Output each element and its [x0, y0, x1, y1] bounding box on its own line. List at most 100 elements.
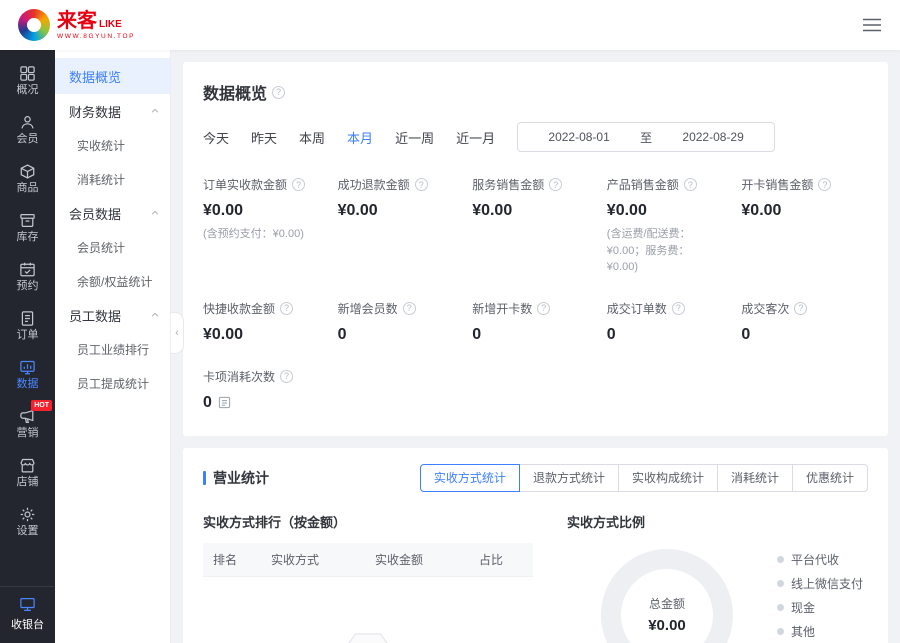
legend-dot	[777, 580, 784, 587]
grid-icon	[19, 65, 36, 82]
tab-received-method[interactable]: 实收方式统计	[420, 464, 520, 492]
stat-label: 新增开卡数	[472, 300, 532, 317]
help-icon[interactable]	[292, 178, 305, 191]
sidebar-item-orders[interactable]: 订单	[0, 301, 55, 350]
sidebar-item-inventory[interactable]: 库存	[0, 203, 55, 252]
stat-card-sales: 开卡销售金额 ¥0.00	[741, 176, 868, 276]
shop-icon	[19, 457, 36, 474]
logo-caption: WWW.8GYUN.TOP	[57, 33, 135, 40]
help-icon[interactable]	[403, 302, 416, 315]
donut-chart: 总金额 ¥0.00	[601, 549, 733, 643]
sidebar-item-cashier[interactable]: 收银台	[0, 586, 55, 643]
date-tab-last-month[interactable]: 近一月	[456, 128, 495, 147]
help-icon[interactable]	[818, 178, 831, 191]
stat-quick-payment: 快捷收款金额 ¥0.00	[203, 300, 330, 344]
help-icon[interactable]	[549, 178, 562, 191]
help-icon[interactable]	[794, 302, 807, 315]
date-tab-last-week[interactable]: 近一周	[395, 128, 434, 147]
menu-toggle-icon[interactable]	[862, 17, 882, 33]
stat-value: ¥0.00	[741, 202, 868, 220]
legend-item[interactable]: 现金	[777, 599, 868, 616]
date-from-value: 2022-08-01	[548, 130, 609, 144]
sidebar-item-marketing[interactable]: HOT 营销	[0, 399, 55, 448]
column-header: 实收金额	[365, 543, 469, 577]
legend-item[interactable]: 线上微信支付	[777, 575, 868, 592]
stat-note	[472, 226, 599, 227]
sidebar-item-label: 收银台	[11, 616, 44, 632]
submenu-item-data-overview[interactable]: 数据概览	[55, 58, 170, 94]
stat-note: (含预约支付：¥0.00)	[203, 226, 330, 243]
sidebar-item-shop[interactable]: 店铺	[0, 448, 55, 497]
donut-center-value: ¥0.00	[648, 617, 686, 634]
stat-note: (含运费/配送费：¥0.00；服务费：¥0.00)	[607, 226, 734, 276]
submenu-item-label: 实收统计	[77, 137, 125, 154]
app-logo: 来客 LIKE WWW.8GYUN.TOP	[18, 9, 135, 41]
date-filter-row: 今天 昨天 本周 本月 近一周 近一月 2022-08-01 至 2022-08…	[203, 122, 868, 152]
sidebar-item-label: 设置	[17, 526, 39, 537]
legend-label: 平台代收	[791, 551, 839, 568]
data-overview-card: 数据概览 今天 昨天 本周 本月 近一周 近一月 2022-08-01 至 20…	[183, 62, 888, 436]
sidebar-item-appointments[interactable]: 预约	[0, 252, 55, 301]
tab-consume[interactable]: 消耗统计	[717, 464, 793, 492]
stat-card-consume: 卡项消耗次数 0	[203, 368, 868, 412]
sidebar-item-products[interactable]: 商品	[0, 154, 55, 203]
stat-label: 产品销售金额	[607, 176, 679, 193]
stat-label: 卡项消耗次数	[203, 368, 275, 385]
date-tab-yesterday[interactable]: 昨天	[251, 128, 277, 147]
sidebar-item-members[interactable]: 会员	[0, 105, 55, 154]
tab-received-composition[interactable]: 实收构成统计	[618, 464, 718, 492]
stat-new-cards: 新增开卡数 0	[472, 300, 599, 344]
donut-center-label: 总金额	[649, 595, 685, 612]
stat-order-received: 订单实收款金额 ¥0.00 (含预约支付：¥0.00)	[203, 176, 330, 276]
submenu-group-members[interactable]: 会员数据	[55, 196, 170, 230]
stat-label: 订单实收款金额	[203, 176, 287, 193]
date-tab-this-week[interactable]: 本周	[299, 128, 325, 147]
sidebar-item-data[interactable]: 数据	[0, 350, 55, 399]
column-header: 占比	[469, 543, 533, 577]
stat-value: 0	[203, 394, 212, 412]
stat-value: ¥0.00	[338, 202, 465, 220]
submenu-group-label: 会员数据	[69, 204, 121, 223]
chevron-up-icon	[150, 106, 160, 116]
calendar-icon	[19, 261, 36, 278]
submenu-item-balance-stats[interactable]: 余额/权益统计	[55, 264, 170, 298]
records-icon[interactable]	[218, 396, 231, 409]
legend-item[interactable]: 其他	[777, 623, 868, 640]
sidebar-item-overview[interactable]: 概况	[0, 56, 55, 105]
date-tab-this-month[interactable]: 本月	[347, 128, 373, 147]
date-tab-today[interactable]: 今天	[203, 128, 229, 147]
section-title: 营业统计	[213, 468, 269, 488]
submenu-item-member-stats[interactable]: 会员统计	[55, 230, 170, 264]
help-icon[interactable]	[537, 302, 550, 315]
sidebar-item-label: 商品	[17, 183, 39, 194]
submenu-item-received-stats[interactable]: 实收统计	[55, 128, 170, 162]
help-icon[interactable]	[280, 302, 293, 315]
sidebar-item-settings[interactable]: 设置	[0, 497, 55, 546]
help-icon[interactable]	[272, 86, 285, 99]
sidebar-collapse-handle[interactable]	[171, 312, 184, 354]
tab-refund-method[interactable]: 退款方式统计	[519, 464, 619, 492]
sidebar-item-label: 预约	[17, 281, 39, 292]
submenu-group-staff[interactable]: 员工数据	[55, 298, 170, 332]
business-stats-card: 营业统计 实收方式统计 退款方式统计 实收构成统计 消耗统计 优惠统计 实收方式…	[183, 448, 888, 643]
submenu-item-staff-commission[interactable]: 员工提成统计	[55, 366, 170, 400]
help-icon[interactable]	[415, 178, 428, 191]
help-icon[interactable]	[684, 178, 697, 191]
submenu-group-finance[interactable]: 财务数据	[55, 94, 170, 128]
date-range-picker[interactable]: 2022-08-01 至 2022-08-29	[517, 122, 775, 152]
stats-grid: 订单实收款金额 ¥0.00 (含预约支付：¥0.00) 成功退款金额 ¥0.00…	[203, 176, 868, 344]
stat-deal-orders: 成交订单数 0	[607, 300, 734, 344]
submenu-item-consume-stats[interactable]: 消耗统计	[55, 162, 170, 196]
submenu-item-staff-ranking[interactable]: 员工业绩排行	[55, 332, 170, 366]
help-icon[interactable]	[280, 370, 293, 383]
submenu-item-label: 余额/权益统计	[77, 273, 152, 290]
top-bar: 来客 LIKE WWW.8GYUN.TOP	[0, 0, 900, 50]
received-ranking-panel: 实收方式排行（按金额） 排名 实收方式 实收金额 占比	[203, 512, 533, 643]
primary-sidebar: 概况 会员 商品 库存 预约	[0, 50, 55, 643]
help-icon[interactable]	[672, 302, 685, 315]
legend-item[interactable]: 平台代收	[777, 551, 868, 568]
secondary-sidebar: 数据概览 财务数据 实收统计 消耗统计 会员数据 会员统计 余额/权益统计 员工…	[55, 50, 171, 643]
sidebar-item-label: 库存	[17, 232, 39, 243]
tab-discount[interactable]: 优惠统计	[792, 464, 868, 492]
goods-icon	[19, 163, 36, 180]
